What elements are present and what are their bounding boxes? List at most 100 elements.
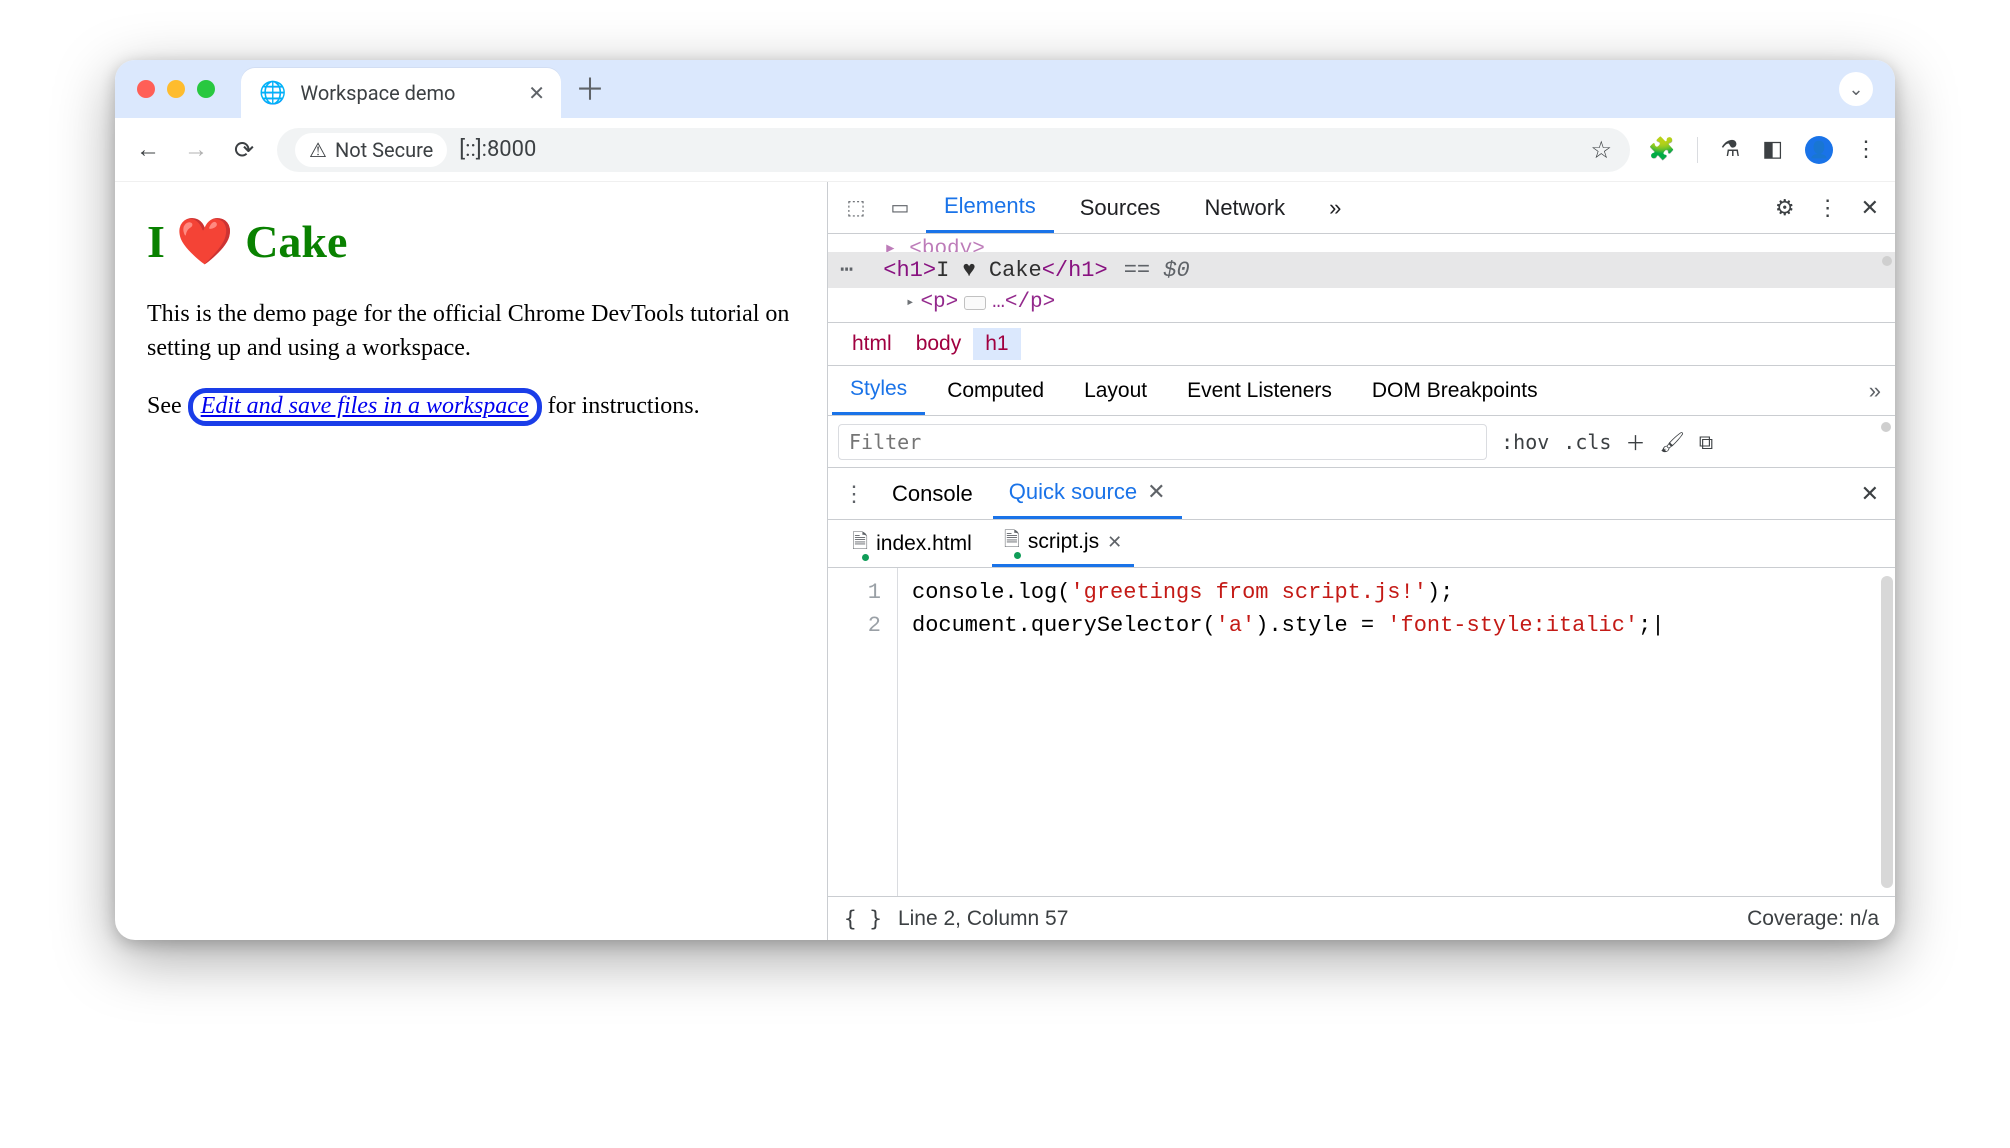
dom-breadcrumbs: html body h1 (828, 322, 1895, 366)
extensions-icon[interactable]: 🧩 (1648, 137, 1675, 162)
ellipsis-icon[interactable]: ⋯ (840, 254, 853, 287)
security-label: Not Secure (335, 138, 433, 162)
tab-network[interactable]: Network (1186, 182, 1303, 233)
browser-toolbar: ← → ⟳ ⚠︎ Not Secure [::]:8000 ☆ 🧩 ⚗︎ ◧ 👤… (115, 118, 1895, 182)
reload-button[interactable]: ⟳ (229, 136, 259, 164)
cls-toggle[interactable]: .cls (1563, 430, 1611, 454)
profile-avatar[interactable]: 👤 (1805, 136, 1833, 164)
heading-prefix: I (147, 216, 176, 267)
hov-toggle[interactable]: :hov (1501, 430, 1549, 454)
globe-icon: 🌐 (259, 81, 286, 106)
devtools-tabstrip: ⬚ ▭ Elements Sources Network » ⚙ ⋮ ✕ (828, 182, 1895, 234)
styles-filter-input[interactable] (838, 424, 1487, 460)
tab-title: Workspace demo (300, 81, 455, 105)
titlebar: 🌐 Workspace demo ✕ ＋ ⌄ (115, 60, 1895, 118)
intro-paragraph: This is the demo page for the official C… (147, 298, 795, 365)
styles-subtabs: Styles Computed Layout Event Listeners D… (828, 366, 1895, 416)
chrome-menu-icon[interactable]: ⋮ (1855, 137, 1877, 162)
close-devtools-icon[interactable]: ✕ (1861, 195, 1879, 221)
heading-suffix: Cake (234, 216, 348, 267)
file-label-index: index.html (876, 532, 972, 556)
drawer-close-icon[interactable]: ✕ (1861, 481, 1879, 507)
drawer-tab-quick-source[interactable]: Quick source ✕ (993, 468, 1182, 519)
dom-line-next[interactable]: ▸ <p> …</p> (828, 288, 1895, 318)
coverage-status: Coverage: n/a (1747, 907, 1879, 931)
back-button[interactable]: ← (133, 135, 163, 164)
paintbrush-icon[interactable]: 🖌 (1659, 430, 1684, 454)
crumb-body[interactable]: body (904, 328, 974, 360)
new-tab-button[interactable]: ＋ (575, 76, 605, 106)
close-icon[interactable]: ✕ (528, 81, 545, 105)
content-split: I ❤️ Cake This is the demo page for the … (115, 182, 1895, 940)
rendered-page: I ❤️ Cake This is the demo page for the … (115, 182, 827, 940)
file-icon: 🗎 (852, 527, 868, 561)
subtab-computed[interactable]: Computed (929, 366, 1062, 415)
crumb-html[interactable]: html (840, 328, 904, 360)
url-text: [::]:8000 (459, 137, 536, 162)
subtab-styles[interactable]: Styles (832, 366, 925, 415)
dom-text: I ♥ Cake (936, 254, 1042, 287)
window-controls (137, 80, 215, 98)
omnibox[interactable]: ⚠︎ Not Secure [::]:8000 ☆ (277, 128, 1630, 172)
subtab-dom-breakpoints[interactable]: DOM Breakpoints (1354, 366, 1556, 415)
page-heading: I ❤️ Cake (147, 210, 795, 274)
link-prefix: See (147, 393, 188, 419)
tab-elements[interactable]: Elements (926, 182, 1054, 233)
inspect-element-icon[interactable]: ⬚ (838, 195, 874, 220)
expand-icon[interactable]: ▸ (906, 293, 914, 314)
code-content[interactable]: console.log('greetings from script.js!')… (898, 568, 1679, 896)
devtools-panel: ⬚ ▭ Elements Sources Network » ⚙ ⋮ ✕ ▸ <… (827, 182, 1895, 940)
pretty-print-icon[interactable]: { } (844, 907, 882, 931)
traffic-light-zoom[interactable] (197, 80, 215, 98)
computed-sidebarlike-icon[interactable]: ⧉ (1699, 430, 1713, 454)
warning-icon: ⚠︎ (309, 138, 327, 162)
traffic-light-close[interactable] (137, 80, 155, 98)
close-icon[interactable]: ✕ (1147, 479, 1165, 505)
security-chip[interactable]: ⚠︎ Not Secure (295, 133, 447, 167)
cursor-position: Line 2, Column 57 (898, 907, 1068, 931)
drawer-kebab-icon[interactable]: ⋮ (836, 481, 872, 507)
code-editor[interactable]: 12 console.log('greetings from script.js… (828, 568, 1895, 896)
crumb-h1[interactable]: h1 (973, 328, 1020, 360)
traffic-light-minimize[interactable] (167, 80, 185, 98)
dom-tree[interactable]: ▸ <body> ⋯ <h1>I ♥ Cake</h1> == $0 ▸ <p>… (828, 234, 1895, 322)
labs-icon[interactable]: ⚗︎ (1720, 137, 1740, 162)
browser-window: 🌐 Workspace demo ✕ ＋ ⌄ ← → ⟳ ⚠︎ Not Secu… (115, 60, 1895, 940)
tablist-toggle[interactable]: ⌄ (1839, 72, 1873, 106)
file-tab-script[interactable]: 🗎 script.js ✕ (992, 520, 1134, 567)
divider (1697, 137, 1698, 163)
tutorial-link[interactable]: Edit and save files in a workspace (201, 393, 529, 419)
subtab-layout[interactable]: Layout (1066, 366, 1165, 415)
subtab-event-listeners[interactable]: Event Listeners (1169, 366, 1350, 415)
editor-file-tabs: 🗎 index.html 🗎 script.js ✕ (828, 520, 1895, 568)
side-panel-icon[interactable]: ◧ (1762, 137, 1783, 162)
toolbar-icons: 🧩 ⚗︎ ◧ 👤 ⋮ (1648, 136, 1877, 164)
scroll-indicator (1881, 422, 1891, 432)
link-paragraph: See Edit and save files in a workspace f… (147, 390, 795, 424)
dom-line-selected[interactable]: ⋯ <h1>I ♥ Cake</h1> == $0 (828, 252, 1895, 288)
drawer-tab-console[interactable]: Console (876, 468, 989, 519)
forward-button[interactable]: → (181, 135, 211, 164)
subtab-more[interactable]: » (1869, 378, 1881, 404)
kebab-menu-icon[interactable]: ⋮ (1817, 195, 1839, 221)
dom-open-tag: <h1> (883, 254, 936, 287)
scrollbar[interactable] (1881, 576, 1893, 888)
styles-filter-row: :hov .cls ＋ 🖌 ⧉ (828, 416, 1895, 468)
scroll-indicator (1882, 256, 1892, 266)
new-style-rule-icon[interactable]: ＋ (1625, 427, 1645, 456)
settings-gear-icon[interactable]: ⚙ (1775, 195, 1795, 221)
line-gutter: 12 (828, 568, 898, 896)
dom-line-prev: ▸ <body> (828, 234, 1895, 252)
tab-sources[interactable]: Sources (1062, 182, 1179, 233)
file-label-script: script.js (1028, 530, 1099, 554)
tab-more[interactable]: » (1311, 182, 1359, 233)
file-tab-index[interactable]: 🗎 index.html (840, 520, 984, 567)
device-toolbar-icon[interactable]: ▭ (882, 195, 918, 220)
link-highlight: Edit and save files in a workspace (188, 388, 542, 426)
close-icon[interactable]: ✕ (1107, 532, 1122, 553)
file-icon: 🗎 (1004, 525, 1020, 559)
bookmark-star-icon[interactable]: ☆ (1591, 136, 1613, 164)
drawer-tab-quick-source-label: Quick source (1009, 479, 1137, 505)
browser-tab[interactable]: 🌐 Workspace demo ✕ (241, 68, 561, 118)
devtools-drawer: ⋮ Console Quick source ✕ ✕ 🗎 index.html (828, 468, 1895, 940)
